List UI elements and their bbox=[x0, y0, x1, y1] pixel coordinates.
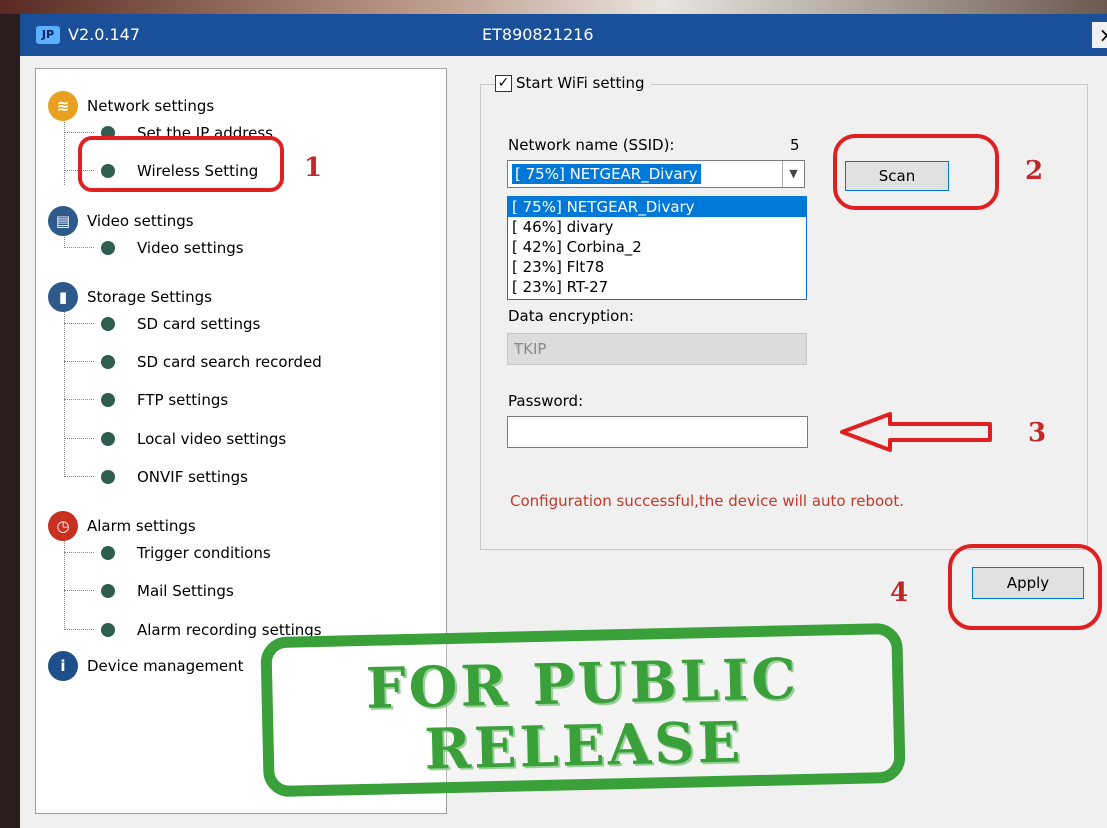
annotation-number: 1 bbox=[304, 153, 323, 183]
tree-item-label: Trigger conditions bbox=[137, 544, 271, 562]
tree-category-label: Network settings bbox=[87, 97, 215, 115]
tree-item-label: FTP settings bbox=[137, 391, 229, 409]
tree-item-sd-card-search-recorded[interactable]: SD card search recorded bbox=[101, 347, 322, 377]
ssid-option[interactable]: [ 75%] NETGEAR_Divary bbox=[508, 197, 806, 217]
tree-item-ftp-settings[interactable]: FTP settings bbox=[101, 385, 228, 415]
background-photo bbox=[0, 0, 1107, 14]
tree-item-sd-card-settings[interactable]: SD card settings bbox=[101, 309, 260, 339]
annotation-ring-2 bbox=[833, 134, 999, 210]
tree-category-alarm[interactable]: ◷ Alarm settings bbox=[48, 511, 196, 541]
chevron-down-icon: ∨ bbox=[514, 340, 523, 353]
storage-icon: ▮ bbox=[48, 282, 78, 312]
tree-item-label: ONVIF settings bbox=[137, 468, 248, 486]
password-label: Password: bbox=[508, 392, 584, 410]
tree-category-device-management[interactable]: i Device management bbox=[48, 651, 244, 681]
encryption-select: TKIP ∨ bbox=[507, 333, 807, 365]
tree-category-video[interactable]: ▤ Video settings bbox=[48, 206, 194, 236]
ssid-selected-value: [ 75%] NETGEAR_Divary bbox=[512, 164, 701, 184]
annotation-number: 4 bbox=[890, 578, 909, 608]
password-input[interactable] bbox=[507, 416, 808, 448]
tree-category-label: Device management bbox=[87, 657, 244, 675]
annotation-number: 2 bbox=[1025, 156, 1044, 186]
tree-item-local-video-settings[interactable]: Local video settings bbox=[101, 424, 286, 454]
tree-item-mail-settings[interactable]: Mail Settings bbox=[101, 576, 234, 606]
annotation-arrow-left-icon bbox=[840, 412, 992, 452]
bullet-icon bbox=[101, 546, 115, 560]
bullet-icon bbox=[101, 355, 115, 369]
app-version: V2.0.147 bbox=[68, 25, 141, 44]
info-icon: i bbox=[48, 651, 78, 681]
tree-item-label: Video settings bbox=[137, 239, 244, 257]
start-wifi-label: Start WiFi setting bbox=[516, 74, 645, 92]
ssid-option[interactable]: [ 23%] Flt78 bbox=[508, 257, 806, 277]
tree-item-label: SD card search recorded bbox=[137, 353, 322, 371]
bullet-icon bbox=[101, 241, 115, 255]
start-wifi-checkbox[interactable]: ✓ bbox=[495, 74, 512, 92]
ssid-option[interactable]: [ 46%] divary bbox=[508, 217, 806, 237]
close-button[interactable]: × bbox=[1092, 22, 1107, 48]
ssid-dropdown-list: [ 75%] NETGEAR_Divary [ 46%] divary [ 42… bbox=[507, 196, 807, 300]
bullet-icon bbox=[101, 470, 115, 484]
tree-category-label: Video settings bbox=[87, 212, 194, 230]
public-release-stamp: FOR PUBLIC RELEASE bbox=[260, 622, 906, 798]
bullet-icon bbox=[101, 584, 115, 598]
tree-item-onvif-settings[interactable]: ONVIF settings bbox=[101, 462, 248, 492]
bullet-icon bbox=[101, 432, 115, 446]
app-logo-icon: JP bbox=[36, 26, 60, 44]
tree-item-label: Local video settings bbox=[137, 430, 287, 448]
device-id: ET890821216 bbox=[482, 25, 594, 44]
tree-category-label: Storage Settings bbox=[87, 288, 212, 306]
alarm-clock-icon: ◷ bbox=[48, 511, 78, 541]
status-message: Configuration successful,the device will… bbox=[510, 492, 904, 510]
tree-item-trigger-conditions[interactable]: Trigger conditions bbox=[101, 538, 271, 568]
bullet-icon bbox=[101, 623, 115, 637]
tree-item-label: Mail Settings bbox=[137, 582, 234, 600]
title-bar: JP V2.0.147 ET890821216 × bbox=[20, 14, 1107, 56]
wifi-icon: ≋ bbox=[48, 91, 78, 121]
annotation-ring-1 bbox=[78, 136, 284, 192]
chevron-down-icon[interactable]: ▼ bbox=[782, 161, 804, 187]
tree-category-network[interactable]: ≋ Network settings bbox=[48, 91, 214, 121]
start-wifi-checkbox-row[interactable]: ✓ Start WiFi setting bbox=[495, 74, 651, 92]
stamp-line-2: RELEASE bbox=[423, 709, 744, 783]
video-icon: ▤ bbox=[48, 206, 78, 236]
bullet-icon bbox=[101, 393, 115, 407]
tree-item-label: SD card settings bbox=[137, 315, 261, 333]
ssid-option[interactable]: [ 23%] RT-27 bbox=[508, 277, 806, 297]
bullet-icon bbox=[101, 317, 115, 331]
tree-item-video-settings[interactable]: Video settings bbox=[101, 233, 244, 263]
tree-category-storage[interactable]: ▮ Storage Settings bbox=[48, 282, 212, 312]
ssid-option[interactable]: [ 42%] Corbina_2 bbox=[508, 237, 806, 257]
ssid-count: 5 bbox=[790, 136, 800, 154]
annotation-ring-4 bbox=[948, 544, 1102, 630]
tree-category-label: Alarm settings bbox=[87, 517, 196, 535]
ssid-label: Network name (SSID): bbox=[508, 136, 675, 154]
ssid-select[interactable]: [ 75%] NETGEAR_Divary ▼ bbox=[507, 160, 805, 188]
annotation-number: 3 bbox=[1028, 418, 1047, 448]
encryption-label: Data encryption: bbox=[508, 307, 634, 325]
